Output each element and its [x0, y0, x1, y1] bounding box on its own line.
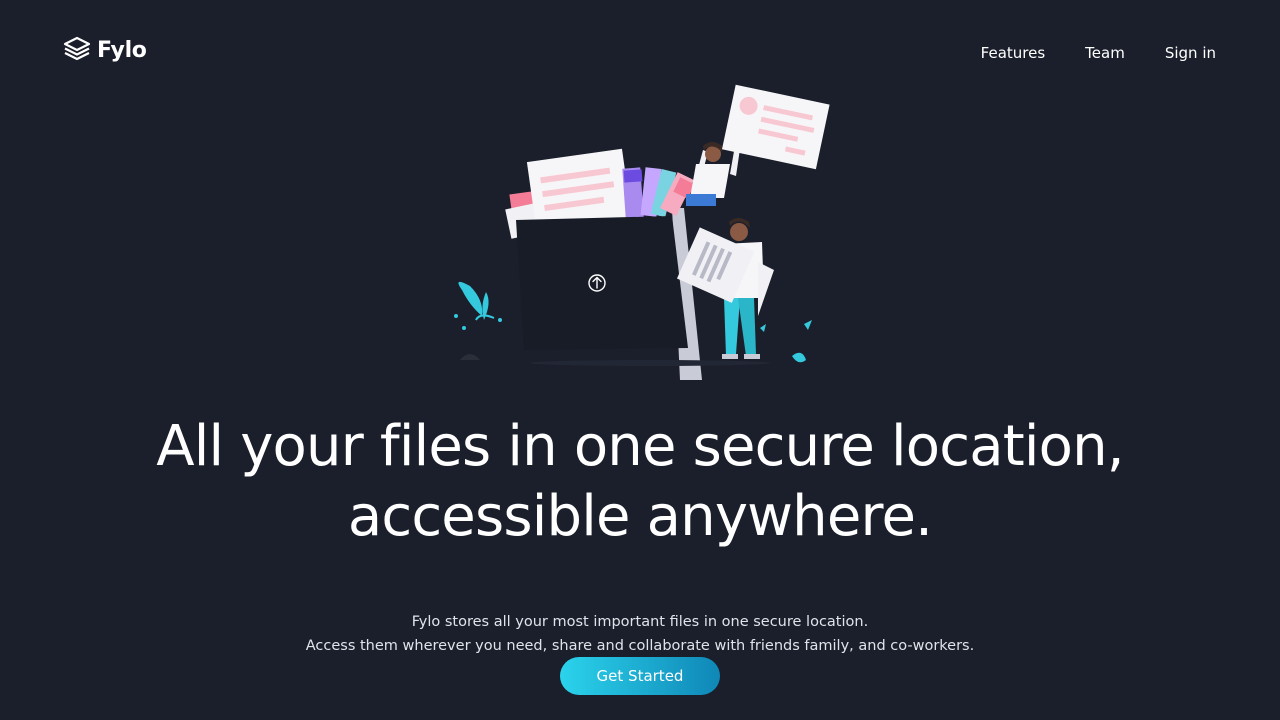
hero-illustration-graphic	[454, 84, 830, 380]
hero-headline: All your files in one secure location, a…	[0, 412, 1280, 552]
landing-page: Fylo Features Team Sign in All your file…	[0, 0, 1280, 720]
get-started-button[interactable]: Get Started	[560, 657, 720, 695]
nav-link-features[interactable]: Features	[981, 44, 1046, 62]
hero-description-line-1: Fylo stores all your most important file…	[411, 613, 869, 630]
main-nav: Features Team Sign in	[981, 44, 1216, 62]
layers-icon	[63, 36, 91, 64]
hero-description-line-2: Access them wherever you need, share and…	[305, 637, 975, 654]
hero-headline-line-1: All your files in one secure location,	[156, 414, 1124, 479]
nav-link-team[interactable]: Team	[1085, 44, 1125, 62]
brand-logo[interactable]: Fylo	[63, 36, 147, 64]
brand-name: Fylo	[97, 37, 147, 63]
hero-illustration	[440, 80, 840, 380]
nav-link-sign-in[interactable]: Sign in	[1165, 44, 1216, 62]
hero-description: Fylo stores all your most important file…	[0, 610, 1280, 658]
hero-headline-line-2: accessible anywhere.	[347, 484, 933, 549]
